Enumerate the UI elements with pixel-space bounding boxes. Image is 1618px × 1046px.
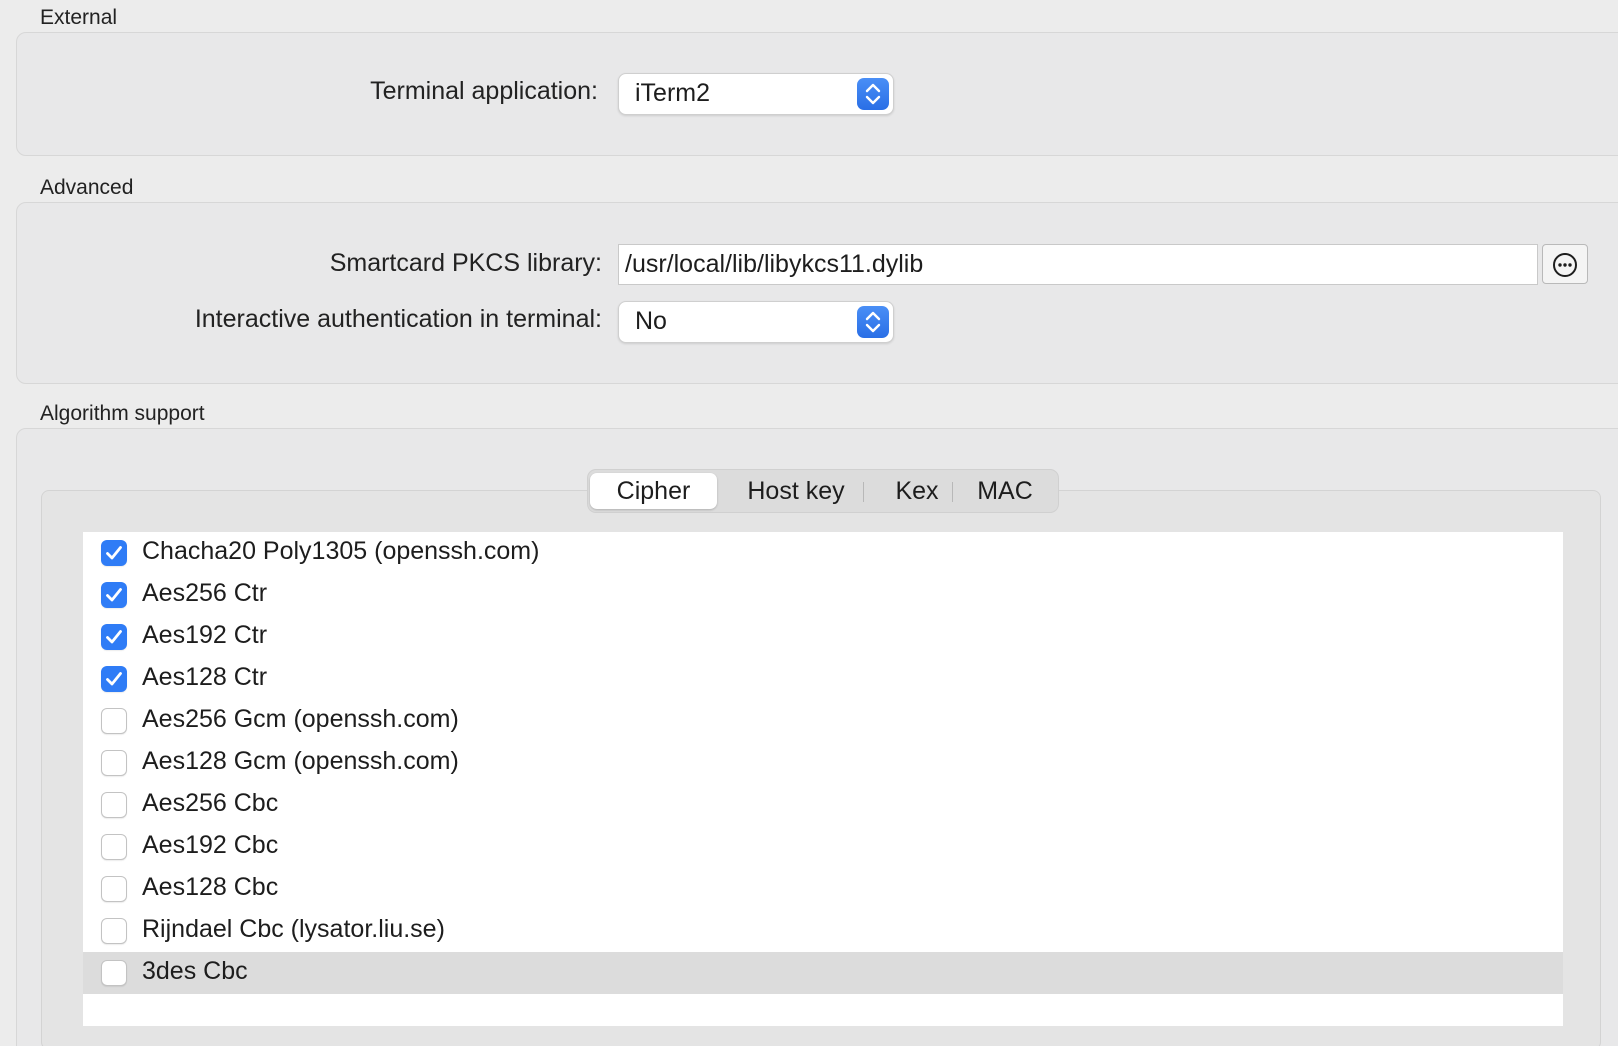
list-item-label: Aes256 Gcm (openssh.com) — [142, 705, 459, 733]
tab-separator — [863, 482, 864, 502]
list-item-label: Aes192 Cbc — [142, 831, 279, 859]
checkbox-unchecked[interactable] — [101, 750, 127, 776]
list-item[interactable]: Chacha20 Poly1305 (openssh.com) — [83, 532, 1563, 574]
list-item-label: Aes192 Ctr — [142, 621, 268, 649]
checkbox-checked[interactable] — [101, 582, 127, 608]
list-item[interactable]: Aes256 Gcm (openssh.com) — [83, 700, 1563, 742]
checkbox-unchecked[interactable] — [101, 960, 127, 986]
checkbox-checked[interactable] — [101, 666, 127, 692]
checkbox-unchecked[interactable] — [101, 708, 127, 734]
pkcs-library-label: Smartcard PKCS library: — [329, 249, 602, 277]
chevron-up-down-icon — [857, 306, 889, 338]
list-item[interactable]: Aes192 Ctr — [83, 616, 1563, 658]
algorithm-tabs: Cipher Host key Kex MAC — [587, 469, 1059, 513]
ellipsis-circle-icon — [1553, 253, 1577, 277]
list-item[interactable]: Aes256 Cbc — [83, 784, 1563, 826]
interactive-auth-label: Interactive authentication in terminal: — [194, 305, 602, 333]
checkmark-icon — [106, 546, 122, 560]
terminal-application-popup[interactable]: iTerm2 — [618, 73, 894, 115]
preferences-pane: External Terminal application: iTerm2 Ad… — [0, 0, 1618, 1046]
list-item-label: Rijndael Cbc (lysator.liu.se) — [142, 915, 445, 943]
list-item[interactable]: 3des Cbc — [83, 952, 1563, 994]
advanced-group — [16, 202, 1618, 384]
checkbox-unchecked[interactable] — [101, 876, 127, 902]
list-item-label: Aes128 Gcm (openssh.com) — [142, 747, 459, 775]
list-item-label: Aes256 Ctr — [142, 579, 268, 607]
section-title-advanced: Advanced — [40, 176, 134, 199]
list-item-label: Aes128 Ctr — [142, 663, 268, 691]
list-item[interactable]: Aes128 Cbc — [83, 868, 1563, 910]
interactive-auth-popup[interactable]: No — [618, 301, 894, 343]
list-item[interactable]: Aes128 Gcm (openssh.com) — [83, 742, 1563, 784]
list-item-label: Chacha20 Poly1305 (openssh.com) — [142, 537, 540, 565]
checkbox-checked[interactable] — [101, 624, 127, 650]
terminal-application-value: iTerm2 — [635, 79, 711, 107]
terminal-application-label: Terminal application: — [370, 77, 598, 105]
list-item[interactable]: Aes192 Cbc — [83, 826, 1563, 868]
interactive-auth-value: No — [635, 307, 667, 335]
pkcs-library-field[interactable]: /usr/local/lib/libykcs11.dylib — [618, 244, 1538, 285]
tab-mac[interactable]: MAC — [957, 473, 1053, 509]
checkbox-unchecked[interactable] — [101, 834, 127, 860]
list-item-label: Aes128 Cbc — [142, 873, 279, 901]
checkbox-unchecked[interactable] — [101, 918, 127, 944]
tab-host-key[interactable]: Host key — [721, 473, 871, 509]
browse-button[interactable] — [1542, 244, 1588, 284]
section-title-algorithm: Algorithm support — [40, 402, 205, 425]
list-item[interactable]: Rijndael Cbc (lysator.liu.se) — [83, 910, 1563, 952]
list-item[interactable]: Aes256 Ctr — [83, 574, 1563, 616]
checkbox-checked[interactable] — [101, 540, 127, 566]
checkmark-icon — [106, 630, 122, 644]
chevron-up-down-icon — [857, 78, 889, 110]
section-title-external: External — [40, 6, 118, 29]
tab-separator — [952, 482, 953, 502]
list-item[interactable]: Aes128 Ctr — [83, 658, 1563, 700]
cipher-list: Chacha20 Poly1305 (openssh.com) Aes256 Ct… — [83, 532, 1563, 1026]
checkmark-icon — [106, 588, 122, 602]
tab-cipher[interactable]: Cipher — [590, 473, 717, 509]
list-item-label: Aes256 Cbc — [142, 789, 279, 817]
checkbox-unchecked[interactable] — [101, 792, 127, 818]
list-item-label: 3des Cbc — [142, 957, 248, 985]
tab-kex[interactable]: Kex — [869, 473, 965, 509]
checkmark-icon — [106, 672, 122, 686]
